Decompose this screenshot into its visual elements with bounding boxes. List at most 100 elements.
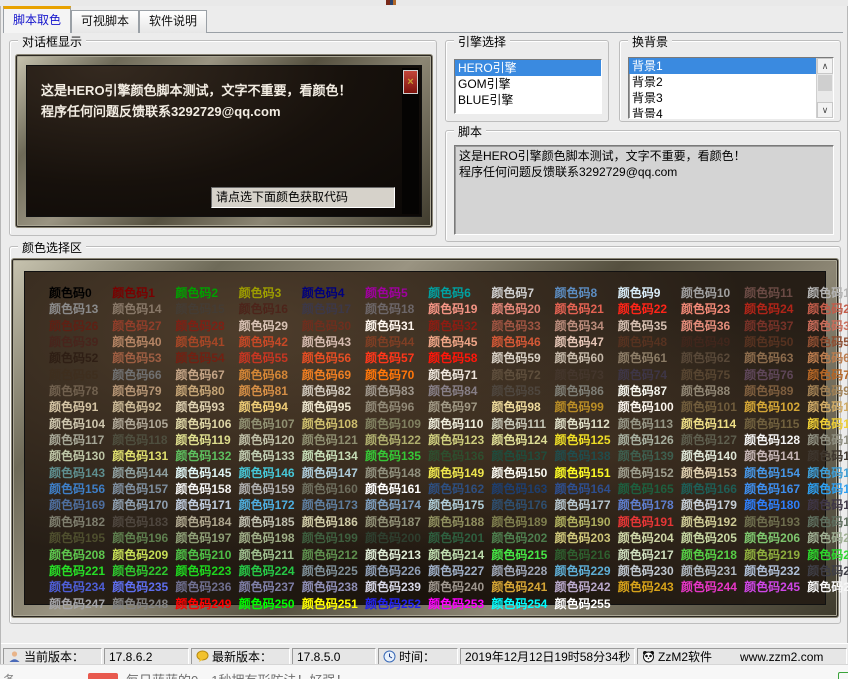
color-code-item[interactable]: 颜色码241 [491, 578, 554, 594]
color-code-item[interactable]: 颜色码228 [491, 562, 554, 578]
color-code-item[interactable]: 颜色码6 [428, 284, 491, 300]
color-code-item[interactable]: 颜色码30 [302, 317, 365, 333]
color-code-item[interactable]: 颜色码5 [365, 284, 428, 300]
color-code-item[interactable]: 颜色码236 [175, 578, 238, 594]
color-code-item[interactable]: 颜色码120 [239, 431, 302, 447]
color-code-item[interactable]: 颜色码7 [491, 284, 554, 300]
color-code-item[interactable]: 颜色码207 [807, 529, 848, 545]
color-code-item[interactable]: 颜色码15 [175, 300, 238, 316]
color-code-item[interactable]: 颜色码31 [365, 317, 428, 333]
color-code-item[interactable]: 颜色码245 [744, 578, 807, 594]
color-code-item[interactable]: 颜色码28 [175, 317, 238, 333]
color-code-item[interactable]: 颜色码60 [555, 349, 618, 365]
color-code-item[interactable]: 颜色码253 [428, 595, 491, 611]
color-code-item[interactable]: 颜色码226 [365, 562, 428, 578]
scrollbar-thumb[interactable] [818, 75, 832, 91]
color-code-item[interactable]: 颜色码160 [302, 480, 365, 496]
color-code-item[interactable]: 颜色码2 [175, 284, 238, 300]
color-code-item[interactable]: 颜色码130 [49, 447, 112, 463]
color-code-item[interactable]: 颜色码40 [112, 333, 175, 349]
list-item[interactable]: 背景2 [629, 74, 833, 90]
color-code-item[interactable]: 颜色码3 [239, 284, 302, 300]
color-code-item[interactable]: 颜色码92 [112, 398, 175, 414]
color-code-item[interactable]: 颜色码174 [365, 496, 428, 512]
color-code-item[interactable]: 颜色码219 [744, 546, 807, 562]
color-code-item[interactable]: 颜色码114 [681, 415, 744, 431]
color-code-item[interactable]: 颜色码235 [112, 578, 175, 594]
color-code-item[interactable]: 颜色码64 [807, 349, 848, 365]
color-code-item[interactable]: 颜色码119 [175, 431, 238, 447]
color-code-item[interactable]: 颜色码139 [618, 447, 681, 463]
color-code-item[interactable]: 颜色码167 [744, 480, 807, 496]
color-code-item[interactable]: 颜色码177 [555, 496, 618, 512]
color-code-item[interactable]: 颜色码212 [302, 546, 365, 562]
color-code-item[interactable]: 颜色码72 [491, 366, 554, 382]
color-code-item[interactable]: 颜色码202 [491, 529, 554, 545]
color-code-item[interactable]: 颜色码77 [807, 366, 848, 382]
color-code-item[interactable]: 颜色码232 [744, 562, 807, 578]
color-code-item[interactable]: 颜色码216 [555, 546, 618, 562]
color-code-item[interactable]: 颜色码240 [428, 578, 491, 594]
color-code-item[interactable]: 颜色码179 [681, 496, 744, 512]
color-code-item[interactable]: 颜色码168 [807, 480, 848, 496]
color-code-item[interactable]: 颜色码206 [744, 529, 807, 545]
color-code-item[interactable]: 颜色码61 [618, 349, 681, 365]
color-code-item[interactable]: 颜色码148 [365, 464, 428, 480]
color-code-item[interactable]: 颜色码83 [365, 382, 428, 398]
color-code-item[interactable]: 颜色码195 [49, 529, 112, 545]
color-code-item[interactable]: 颜色码118 [112, 431, 175, 447]
background-scrollbar[interactable]: ∧ ∨ [816, 58, 833, 118]
color-code-item[interactable]: 颜色码180 [744, 496, 807, 512]
color-code-item[interactable]: 颜色码192 [681, 513, 744, 529]
color-code-item[interactable]: 颜色码122 [365, 431, 428, 447]
color-code-item[interactable]: 颜色码227 [428, 562, 491, 578]
color-code-item[interactable]: 颜色码58 [428, 349, 491, 365]
color-code-item[interactable]: 颜色码198 [239, 529, 302, 545]
list-item[interactable]: BLUE引擎 [455, 92, 601, 108]
color-code-item[interactable]: 颜色码184 [175, 513, 238, 529]
color-code-item[interactable]: 颜色码78 [49, 382, 112, 398]
color-code-item[interactable]: 颜色码187 [365, 513, 428, 529]
color-code-item[interactable]: 颜色码51 [807, 333, 848, 349]
color-code-item[interactable]: 颜色码75 [681, 366, 744, 382]
color-code-item[interactable]: 颜色码157 [112, 480, 175, 496]
color-code-item[interactable]: 颜色码199 [302, 529, 365, 545]
color-code-item[interactable]: 颜色码12 [807, 284, 848, 300]
color-code-item[interactable]: 颜色码237 [239, 578, 302, 594]
color-code-item[interactable]: 颜色码84 [428, 382, 491, 398]
color-code-item[interactable]: 颜色码162 [428, 480, 491, 496]
color-code-item[interactable]: 颜色码102 [744, 398, 807, 414]
color-code-item[interactable]: 颜色码233 [807, 562, 848, 578]
color-code-item[interactable]: 颜色码155 [807, 464, 848, 480]
color-code-item[interactable]: 颜色码42 [239, 333, 302, 349]
color-code-item[interactable]: 颜色码14 [112, 300, 175, 316]
color-code-item[interactable]: 颜色码104 [49, 415, 112, 431]
color-code-item[interactable]: 颜色码49 [681, 333, 744, 349]
color-code-item[interactable]: 颜色码201 [428, 529, 491, 545]
color-code-item[interactable]: 颜色码38 [807, 317, 848, 333]
color-code-item[interactable]: 颜色码50 [744, 333, 807, 349]
color-code-item[interactable]: 颜色码153 [681, 464, 744, 480]
color-code-item[interactable]: 颜色码1 [112, 284, 175, 300]
color-code-item[interactable]: 颜色码57 [365, 349, 428, 365]
color-code-item[interactable]: 颜色码215 [491, 546, 554, 562]
color-code-item[interactable]: 颜色码86 [555, 382, 618, 398]
color-code-item[interactable]: 颜色码172 [239, 496, 302, 512]
color-code-item[interactable]: 颜色码33 [491, 317, 554, 333]
color-code-item[interactable]: 颜色码176 [491, 496, 554, 512]
color-code-item[interactable]: 颜色码22 [618, 300, 681, 316]
color-code-item[interactable]: 颜色码62 [681, 349, 744, 365]
color-code-item[interactable]: 颜色码255 [555, 595, 618, 611]
color-code-item[interactable]: 颜色码21 [555, 300, 618, 316]
color-code-item[interactable]: 颜色码150 [491, 464, 554, 480]
color-code-item[interactable]: 颜色码156 [49, 480, 112, 496]
color-code-item[interactable]: 颜色码63 [744, 349, 807, 365]
script-textarea[interactable]: 这是HERO引擎颜色脚本测试，文字不重要，看颜色！ 程序任何问题反馈联系3292… [454, 145, 834, 235]
color-code-item[interactable]: 颜色码129 [807, 431, 848, 447]
color-code-item[interactable]: 颜色码125 [555, 431, 618, 447]
color-code-item[interactable]: 颜色码13 [49, 300, 112, 316]
color-code-item[interactable]: 颜色码137 [491, 447, 554, 463]
color-code-item[interactable]: 颜色码27 [112, 317, 175, 333]
color-code-item[interactable]: 颜色码16 [239, 300, 302, 316]
color-code-item[interactable]: 颜色码163 [491, 480, 554, 496]
